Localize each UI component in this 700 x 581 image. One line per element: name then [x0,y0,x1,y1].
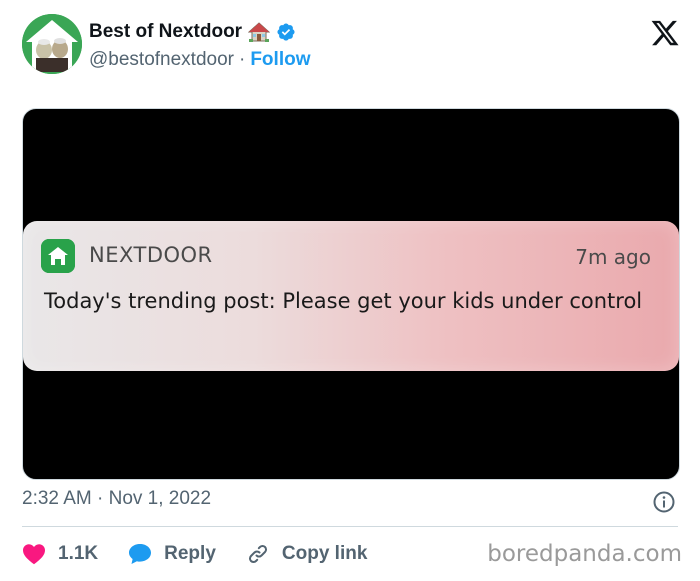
reply-button[interactable]: Reply [128,543,216,565]
separator-dot: · [239,49,246,70]
heart-icon [22,543,46,565]
display-name[interactable]: Best of Nextdoor [89,21,242,43]
handle[interactable]: @bestofnextdoor [89,49,234,71]
link-icon [246,542,270,566]
tweet-header: Best of Nextdoor @bestofnextdoor · Follo… [22,14,682,76]
reply-label: Reply [164,543,216,564]
notification-card: NEXTDOOR 7m ago Today's trending post: P… [23,221,679,371]
divider [22,526,678,527]
avatar[interactable] [22,14,82,74]
copy-link-label: Copy link [281,543,368,564]
info-icon[interactable] [652,490,676,514]
name-row: Best of Nextdoor [89,20,296,44]
tweet-actions: 1.1K Reply Copy link [22,540,397,568]
handle-row: @bestofnextdoor · Follow [89,49,310,71]
copy-link-button[interactable]: Copy link [246,542,368,566]
notification-time: 7m ago [575,245,651,269]
nextdoor-app-icon [41,239,75,273]
x-logo-icon[interactable] [650,18,680,48]
reply-bubble-icon [128,543,152,565]
notification-app-name: NEXTDOOR [89,243,213,267]
house-emoji-icon [247,21,271,43]
tweet-timestamp[interactable]: 2:32 AM · Nov 1, 2022 [22,488,211,510]
verified-badge-icon [276,22,296,42]
notification-body: Today's trending post: Please get your k… [44,289,643,313]
tweet-media[interactable]: NEXTDOOR 7m ago Today's trending post: P… [22,108,680,480]
follow-button[interactable]: Follow [250,49,310,71]
like-button[interactable]: 1.1K [22,543,98,565]
watermark: boredpanda.com [487,541,682,567]
like-count: 1.1K [58,543,99,564]
